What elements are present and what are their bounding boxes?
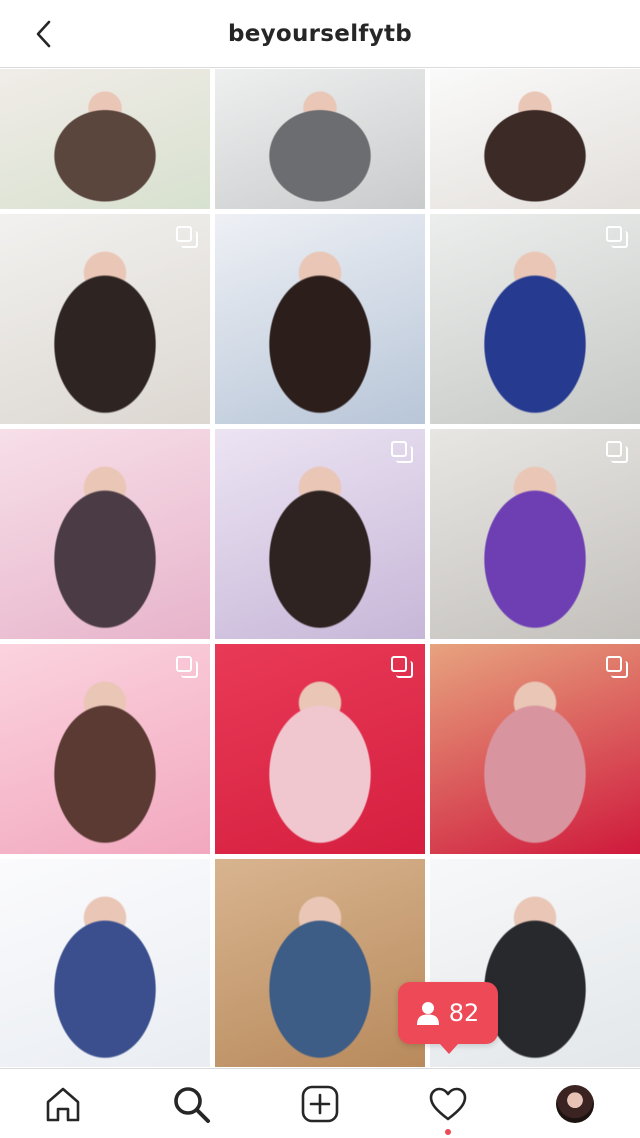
multiple-photos-icon — [606, 226, 628, 248]
multiple-photos-icon — [606, 441, 628, 463]
post-thumbnail[interactable] — [215, 644, 425, 854]
post-thumbnail[interactable] — [430, 214, 640, 424]
posts-grid — [0, 69, 640, 1067]
post-thumbnail[interactable] — [0, 644, 210, 854]
multiple-photos-icon — [606, 656, 628, 678]
home-icon — [46, 1087, 80, 1122]
multiple-photos-icon — [176, 226, 198, 248]
post-thumbnail[interactable] — [430, 644, 640, 854]
post-thumbnail[interactable] — [215, 429, 425, 639]
multiple-photos-icon — [391, 656, 413, 678]
multiple-photos-icon — [176, 656, 198, 678]
post-thumbnail[interactable] — [430, 429, 640, 639]
post-thumbnail[interactable] — [215, 69, 425, 209]
profile-avatar[interactable] — [556, 1085, 594, 1123]
post-thumbnail[interactable] — [0, 69, 210, 209]
post-thumbnail[interactable] — [430, 69, 640, 209]
person-icon — [416, 1002, 439, 1025]
followers-notification-badge[interactable]: 82 — [398, 982, 498, 1054]
post-thumbnail[interactable] — [215, 214, 425, 424]
activity-heart-icon — [429, 1087, 467, 1121]
home-tab[interactable] — [42, 1083, 84, 1125]
activity-tab[interactable] — [427, 1083, 469, 1125]
bottom-navigation — [0, 1068, 640, 1138]
activity-indicator-dot — [445, 1129, 451, 1135]
top-bar: beyourselfytb — [0, 0, 640, 68]
new-post-icon — [301, 1085, 339, 1123]
post-thumbnail[interactable] — [215, 859, 425, 1067]
back-arrow-icon — [36, 20, 51, 48]
search-icon — [174, 1087, 210, 1123]
search-tab[interactable] — [170, 1083, 212, 1125]
new-post-tab[interactable] — [299, 1083, 341, 1125]
page-title: beyourselfytb — [227, 20, 413, 47]
post-thumbnail[interactable] — [0, 214, 210, 424]
followers-count: 82 — [448, 999, 480, 1027]
back-button[interactable] — [26, 16, 62, 52]
multiple-photos-icon — [391, 441, 413, 463]
post-thumbnail[interactable] — [0, 429, 210, 639]
post-thumbnail[interactable] — [0, 859, 210, 1067]
